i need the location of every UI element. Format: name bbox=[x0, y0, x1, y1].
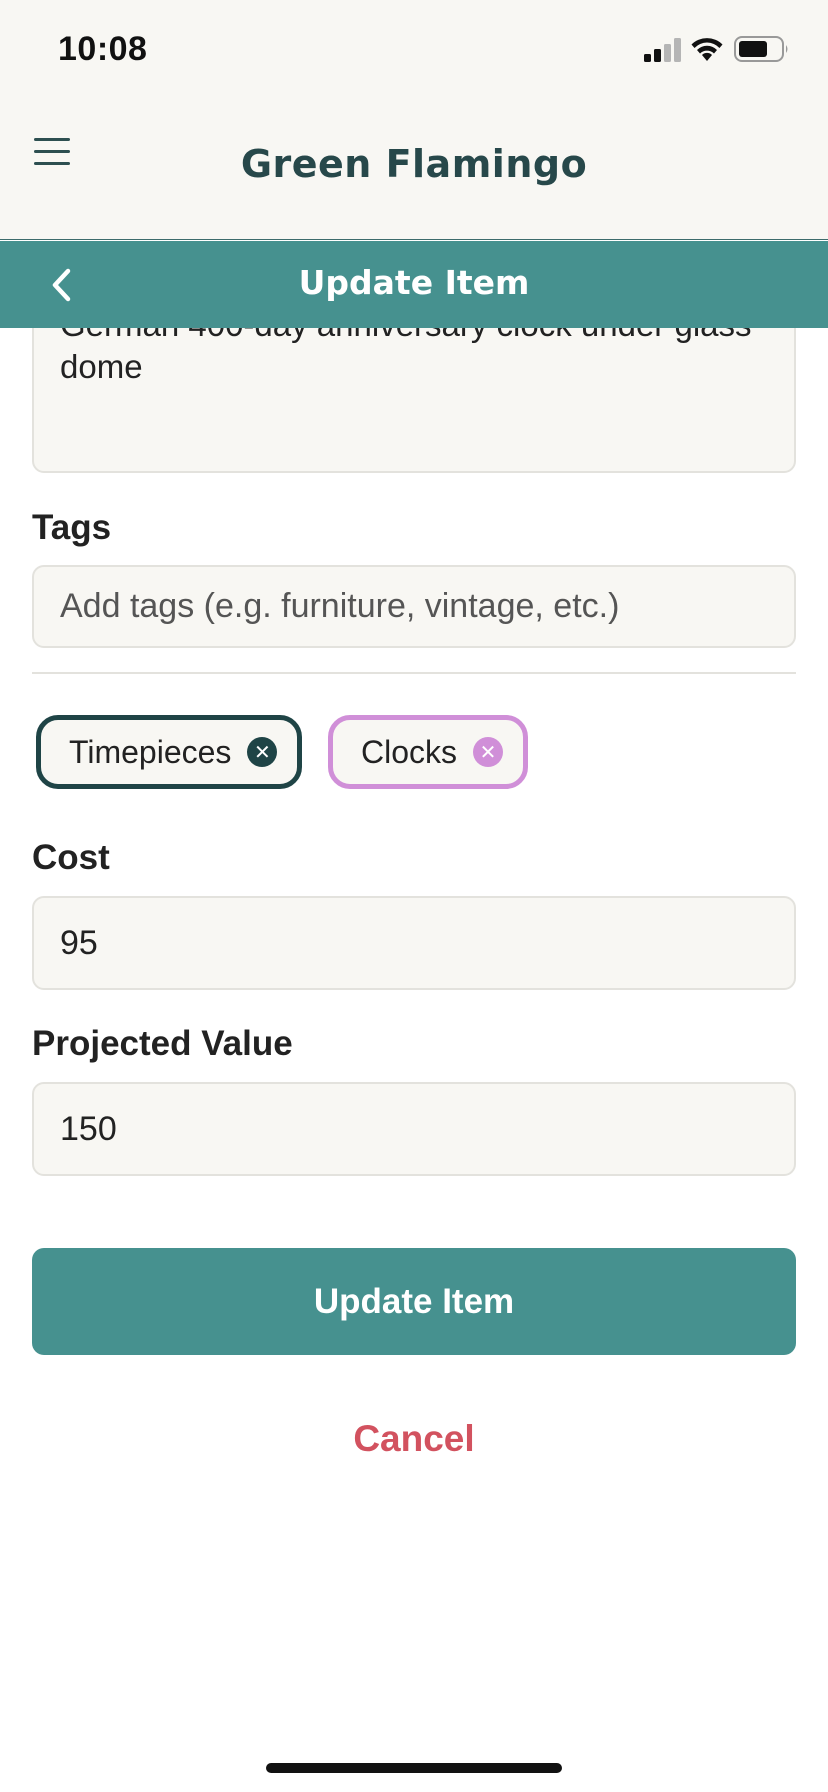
projected-value-label: Projected Value bbox=[32, 1024, 293, 1063]
remove-tag-icon[interactable]: ✕ bbox=[247, 737, 278, 767]
nav-bar: Update Item bbox=[0, 241, 828, 328]
tags-placeholder: Add tags (e.g. furniture, vintage, etc.) bbox=[60, 587, 620, 625]
battery-icon bbox=[734, 36, 788, 62]
tag-chip-label: Timepieces bbox=[69, 733, 232, 770]
cost-input[interactable]: 95 bbox=[32, 896, 796, 990]
tags-input[interactable]: Add tags (e.g. furniture, vintage, etc.) bbox=[32, 565, 796, 648]
app-header: 10:08 Green Flamingo bbox=[0, 0, 828, 240]
cancel-button[interactable]: Cancel bbox=[0, 1418, 828, 1460]
cellular-signal-icon bbox=[644, 38, 681, 62]
app-title: Green Flamingo bbox=[240, 142, 588, 186]
cost-value: 95 bbox=[60, 923, 98, 962]
tag-chip-timepieces[interactable]: Timepieces ✕ bbox=[36, 715, 303, 789]
projected-value-value: 150 bbox=[60, 1109, 117, 1148]
home-indicator bbox=[266, 1763, 562, 1773]
tag-chip-label: Clocks bbox=[361, 733, 458, 770]
wifi-icon bbox=[691, 38, 723, 61]
status-time: 10:08 bbox=[58, 30, 148, 68]
nav-title: Update Item bbox=[298, 263, 530, 302]
cost-label: Cost bbox=[32, 838, 110, 877]
tags-label: Tags bbox=[32, 508, 112, 547]
update-item-button[interactable]: Update Item bbox=[32, 1248, 796, 1355]
status-icons bbox=[644, 34, 794, 64]
divider bbox=[32, 672, 796, 674]
remove-tag-icon[interactable]: ✕ bbox=[473, 737, 504, 767]
projected-value-input[interactable]: 150 bbox=[32, 1082, 796, 1176]
tag-chip-clocks[interactable]: Clocks ✕ bbox=[328, 715, 529, 789]
